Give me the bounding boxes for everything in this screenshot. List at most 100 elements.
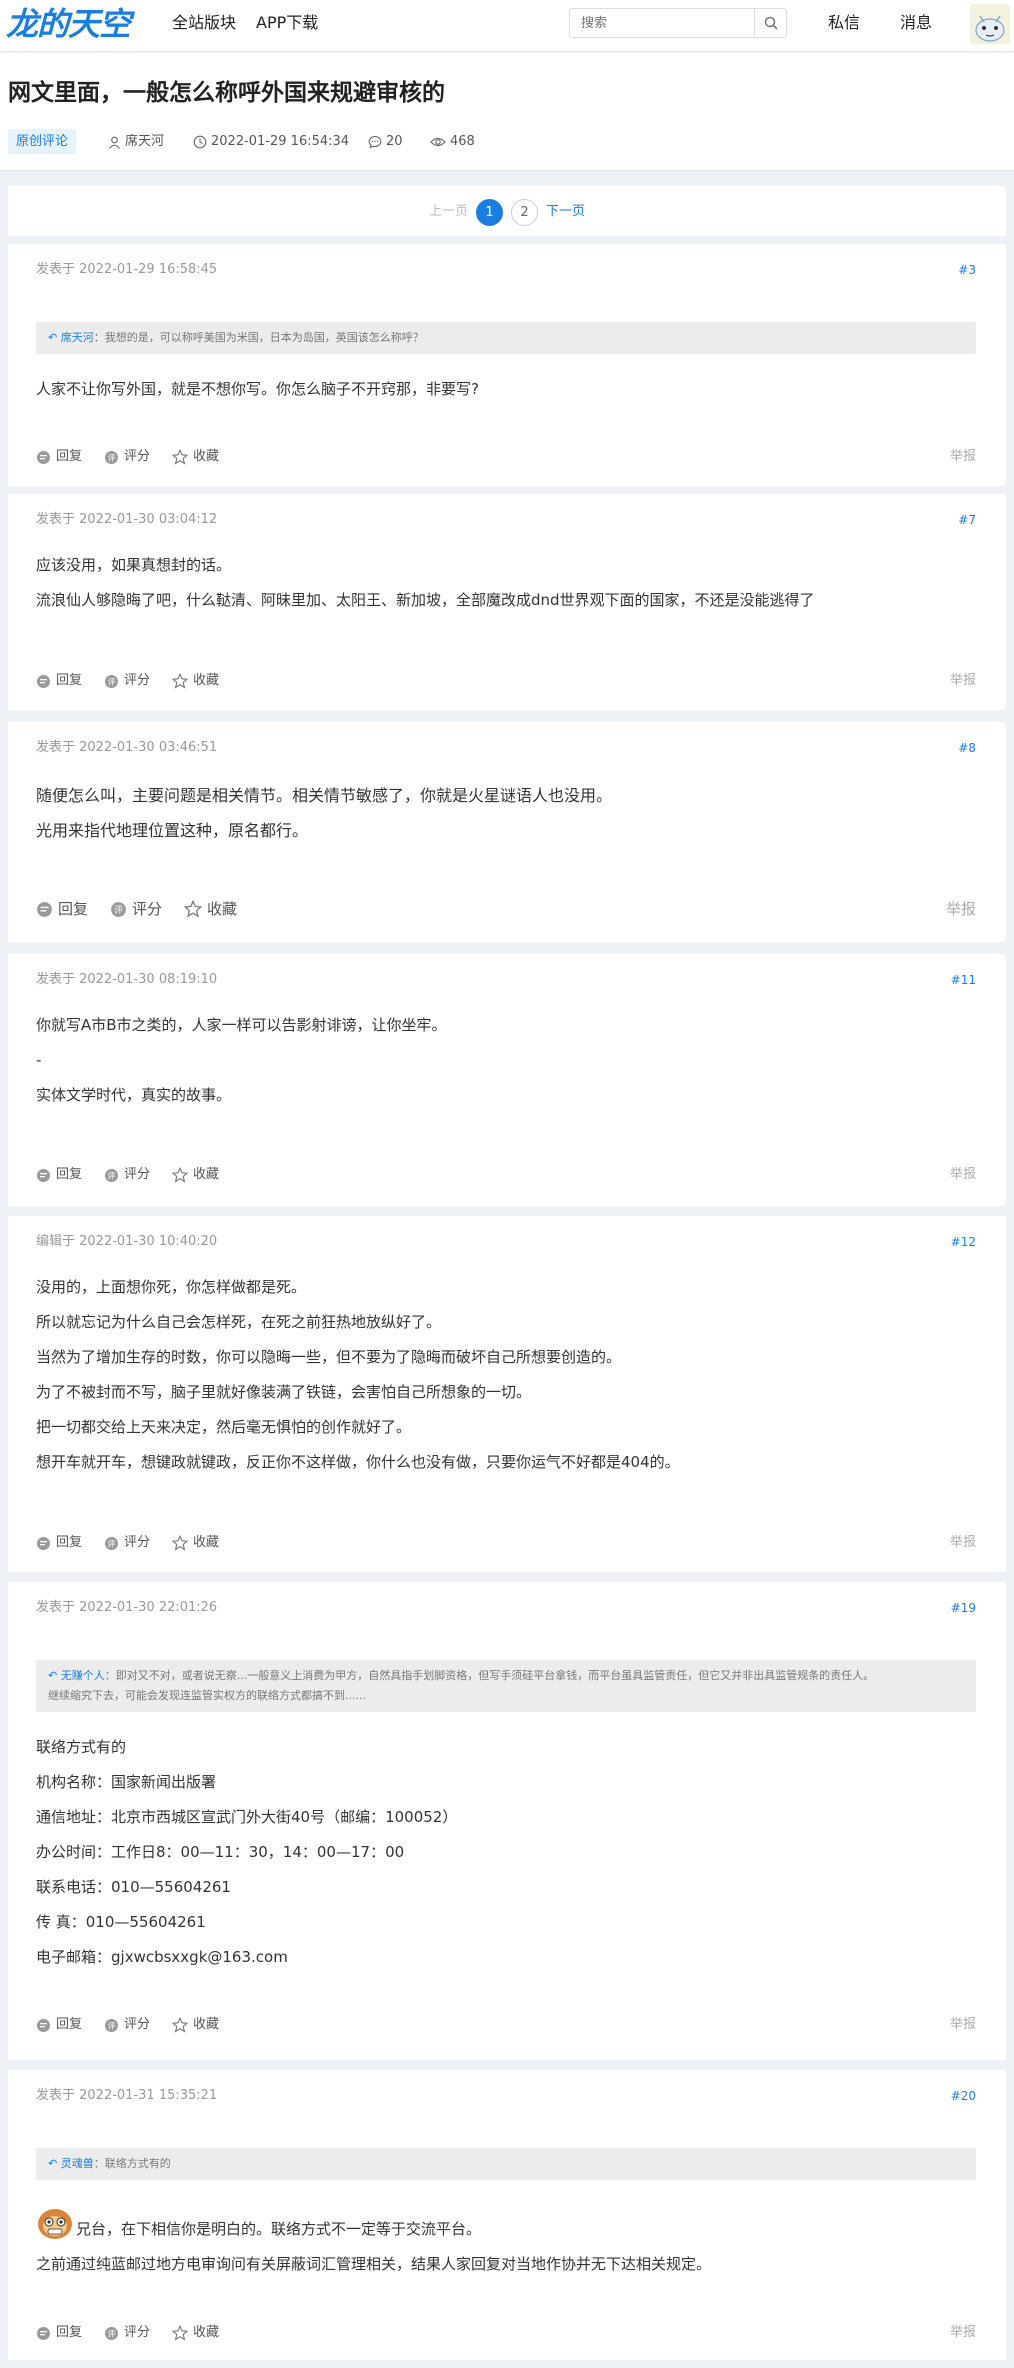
- next-page-link[interactable]: 下一页: [546, 198, 585, 226]
- pagination: 上一页 1 2 下一页: [8, 198, 1006, 226]
- favorite-label: 收藏: [193, 449, 220, 464]
- report-link[interactable]: 举报: [950, 1165, 976, 1185]
- post-text: 应该没用，如果真想封的话。: [36, 556, 232, 574]
- nav-all-boards[interactable]: 全站版块: [172, 12, 236, 34]
- pagination-card: 上一页 1 2 下一页: [8, 186, 1006, 236]
- reply-button[interactable]: 回复: [36, 447, 82, 467]
- report-link[interactable]: 举报: [950, 2323, 976, 2343]
- rate-label: 评分: [132, 900, 163, 918]
- post-text: 通信地址：北京市西城区宣武门外大街40号（邮编：100052）: [36, 1808, 458, 1826]
- thread-datetime: 2022-01-29 16:54:34: [193, 132, 349, 152]
- reply-icon: [37, 2018, 50, 2032]
- rate-button[interactable]: 评 评分: [104, 671, 150, 691]
- quote-block: ↶ 灵魂兽：联络方式有的: [36, 2148, 976, 2180]
- category-tag[interactable]: 原创评论: [8, 129, 77, 154]
- thread-author[interactable]: 席天河: [108, 132, 164, 152]
- post-body: 联络方式有的 机构名称：国家新闻出版署 通信地址：北京市西城区宣武门外大街40号…: [36, 1730, 976, 1975]
- post-floor-link[interactable]: #3: [958, 260, 976, 280]
- post-actions: 回复 评 评分 收藏: [36, 898, 259, 920]
- rate-label: 评分: [124, 673, 151, 688]
- post-text: 光用来指代地理位置这种，原名都行。: [36, 821, 309, 840]
- reply-icon: [37, 1536, 50, 1550]
- favorite-button[interactable]: 收藏: [172, 2323, 219, 2343]
- post-date: 发表于 2022-01-30 03:04:12: [36, 512, 218, 527]
- eye-icon: [430, 137, 446, 147]
- post-floor-link[interactable]: #12: [951, 1232, 976, 1252]
- favorite-label: 收藏: [193, 2017, 220, 2032]
- star-icon: [172, 673, 189, 689]
- star-icon: [172, 2017, 189, 2033]
- post-text: 所以就忘记为什么自己会怎样死，在死之前狂热地放纵好了。: [36, 1313, 442, 1331]
- report-link[interactable]: 举报: [950, 671, 976, 691]
- rate-button[interactable]: 评 评分: [104, 2323, 150, 2343]
- reply-arrow-icon: ↶: [48, 1669, 61, 1682]
- star-icon: [172, 2325, 189, 2341]
- post-floor-link[interactable]: #7: [958, 510, 976, 530]
- favorite-label: 收藏: [193, 2325, 220, 2340]
- post-floor-link[interactable]: #11: [951, 970, 976, 990]
- quote-user[interactable]: 无赚个人: [61, 1669, 105, 1682]
- post-text: 你就写A市B市之类的，人家一样可以告影射诽谤，让你坐牢。: [36, 1016, 447, 1034]
- quote-block: ↶ 席天河：我想的是，可以称呼美国为米国，日本为岛国，英国该怎么称呼？: [36, 322, 976, 354]
- thread-header: 网文里面，一般怎么称呼外国来规避审核的 原创评论 席天河 2022-01-29 …: [0, 53, 1014, 171]
- rate-icon: 评: [105, 2326, 119, 2340]
- prev-page-link[interactable]: 上一页: [429, 198, 468, 226]
- post-text: 随便怎么叫，主要问题是相关情节。相关情节敏感了，你就是火星谜语人也没用。: [36, 786, 613, 805]
- rate-button[interactable]: 评 评分: [110, 899, 162, 919]
- report-link[interactable]: 举报: [950, 1533, 976, 1553]
- reply-button[interactable]: 回复: [36, 1533, 82, 1553]
- page-1-button[interactable]: 1: [476, 198, 503, 226]
- search-button[interactable]: [754, 9, 786, 37]
- favorite-button[interactable]: 收藏: [172, 671, 219, 691]
- user-avatar[interactable]: [970, 4, 1010, 44]
- post-floor-link[interactable]: #20: [951, 2086, 976, 2106]
- rate-icon: 评: [105, 2018, 119, 2032]
- reply-button[interactable]: 回复: [36, 2323, 82, 2343]
- rate-button[interactable]: 评 评分: [104, 1165, 150, 1185]
- comment-icon: [368, 135, 382, 149]
- report-link[interactable]: 举报: [950, 2015, 976, 2035]
- star-icon: [172, 1167, 189, 1183]
- rate-label: 评分: [124, 2325, 151, 2340]
- post-date: 编辑于 2022-01-30 10:40:20: [36, 1234, 218, 1249]
- post-text: 想开车就开车，想键政就键政，反正你不这样做，你什么也没有做，只要你运气不好都是4…: [36, 1453, 680, 1471]
- rate-button[interactable]: 评 评分: [104, 447, 150, 467]
- report-link[interactable]: 举报: [946, 899, 976, 919]
- quote-user[interactable]: 灵魂兽: [61, 2157, 94, 2170]
- post-card: 编辑于 2022-01-30 10:40:20 #12 没用的，上面想你死，你怎…: [8, 1216, 1006, 1572]
- favorite-button[interactable]: 收藏: [172, 2015, 219, 2035]
- post-actions: 回复 评 评分 收藏: [36, 446, 241, 468]
- post-date: 发表于 2022-01-30 03:46:51: [36, 740, 218, 755]
- favorite-label: 收藏: [193, 673, 220, 688]
- site-logo[interactable]: 龙的天空: [6, 2, 131, 48]
- post-text: 之前通过纯蓝邮过地方电审询问有关屏蔽词汇管理相关，结果人家回复对当地作协并无下达…: [36, 2255, 712, 2273]
- favorite-button[interactable]: 收藏: [172, 1533, 219, 1553]
- favorite-button[interactable]: 收藏: [172, 1165, 219, 1185]
- messages-link[interactable]: 消息: [900, 12, 932, 34]
- search-input[interactable]: [571, 10, 751, 36]
- reply-button[interactable]: 回复: [36, 2015, 82, 2035]
- favorite-button[interactable]: 收藏: [172, 447, 219, 467]
- page-2-button[interactable]: 2: [511, 198, 538, 226]
- rate-button[interactable]: 评 评分: [104, 1533, 150, 1553]
- reply-button[interactable]: 回复: [36, 671, 82, 691]
- post-text: 没用的，上面想你死，你怎样做都是死。: [36, 1278, 307, 1296]
- comment-count: 20: [368, 132, 403, 152]
- nav-app-download[interactable]: APP下载: [256, 12, 318, 34]
- reply-label: 回复: [56, 673, 83, 688]
- report-link[interactable]: 举报: [950, 447, 976, 467]
- post-text: -: [36, 1051, 42, 1069]
- quote-user[interactable]: 席天河: [61, 331, 94, 344]
- post-card: 发表于 2022-01-29 16:58:45 #3 ↶ 席天河：我想的是，可以…: [8, 244, 1006, 486]
- reply-label: 回复: [58, 900, 89, 918]
- reply-button[interactable]: 回复: [36, 899, 88, 919]
- favorite-button[interactable]: 收藏: [184, 899, 237, 919]
- post-floor-link[interactable]: #8: [958, 738, 976, 758]
- rate-label: 评分: [124, 1535, 151, 1550]
- post-floor-link[interactable]: #19: [951, 1598, 976, 1618]
- reply-button[interactable]: 回复: [36, 1165, 82, 1185]
- svg-text:评: 评: [108, 1171, 116, 1180]
- rate-button[interactable]: 评 评分: [104, 2015, 150, 2035]
- post-card: 发表于 2022-01-30 08:19:10 #11 你就写A市B市之类的，人…: [8, 954, 1006, 1206]
- private-message-link[interactable]: 私信: [828, 12, 860, 34]
